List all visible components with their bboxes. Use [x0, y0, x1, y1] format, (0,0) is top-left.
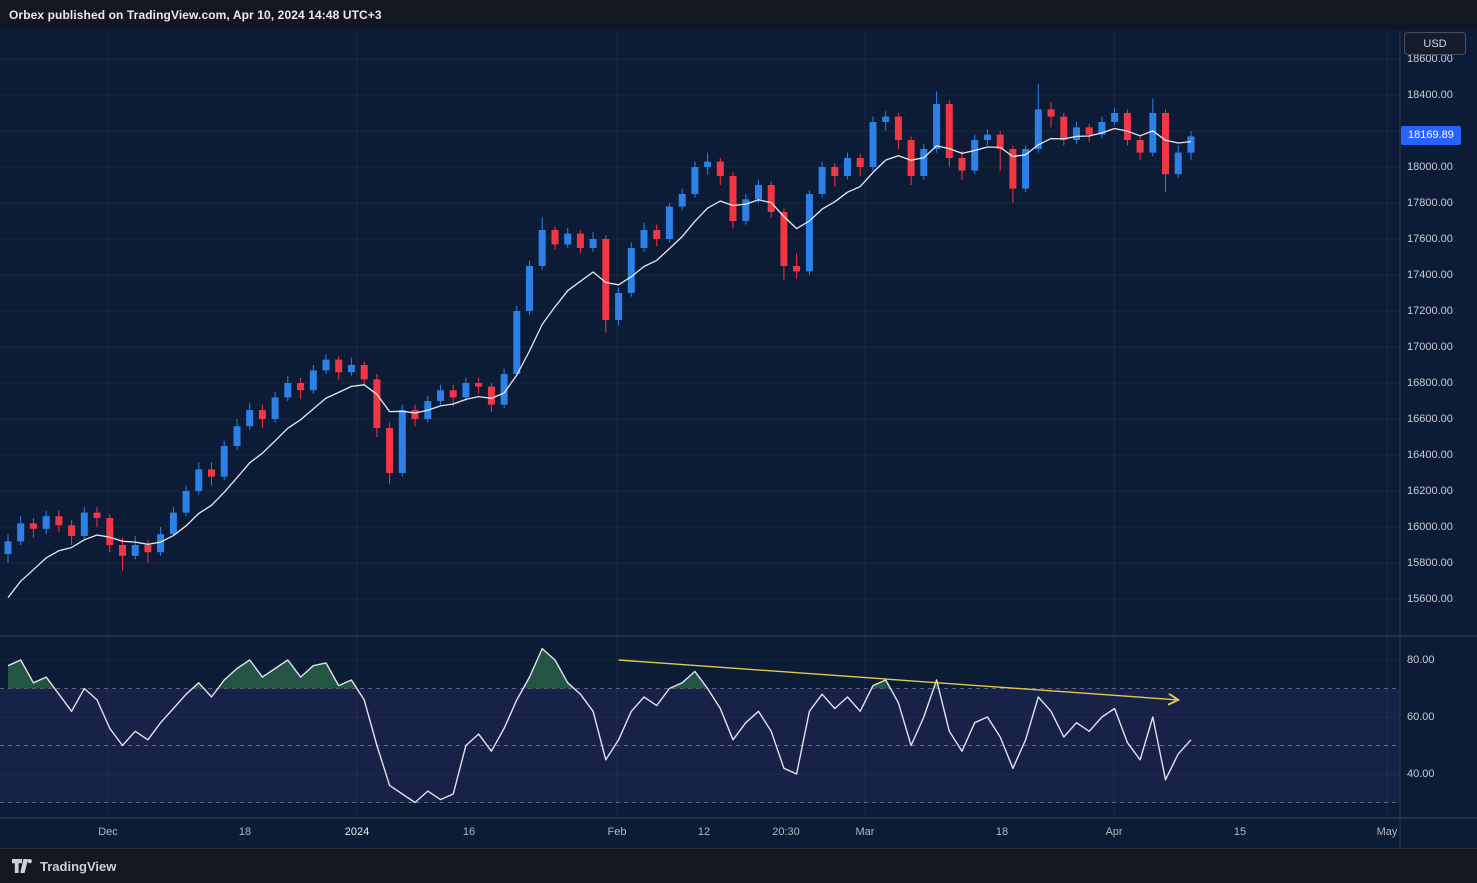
time-axis-label: 20:30: [772, 826, 800, 838]
price-axis-label: 18400.00: [1407, 88, 1453, 102]
tradingview-brand-link[interactable]: TradingView: [12, 858, 116, 874]
price-axis-label: 17800.00: [1407, 196, 1453, 210]
time-axis-label: 15: [1234, 826, 1246, 838]
price-axis-label: 17600.00: [1407, 232, 1453, 246]
price-axis-label: 16400.00: [1407, 448, 1453, 462]
price-axis-label: 17000.00: [1407, 340, 1453, 354]
attribution-bar: Orbex published on TradingView.com, Apr …: [0, 0, 1477, 30]
price-axis-label: 16600.00: [1407, 412, 1453, 426]
last-price-label: 18169.89: [1401, 126, 1461, 145]
price-axis-label: 17400.00: [1407, 268, 1453, 282]
rsi-axis-label: 40.00: [1407, 767, 1435, 781]
footer-bar: TradingView: [0, 848, 1477, 883]
price-axis-label: 16000.00: [1407, 520, 1453, 534]
attribution-text[interactable]: Orbex published on TradingView.com, Apr …: [9, 8, 382, 22]
time-axis-label: Dec: [98, 826, 118, 838]
rsi-axis-label: 80.00: [1407, 653, 1435, 667]
price-axis-label: 15800.00: [1407, 556, 1453, 570]
time-axis-label: 12: [698, 826, 710, 838]
candlestick-rsi-chart-canvas[interactable]: [0, 0, 1477, 883]
time-axis-label: 18: [996, 826, 1008, 838]
price-axis-label: 16800.00: [1407, 376, 1453, 390]
time-axis-label: 2024: [345, 826, 369, 838]
time-axis-label: May: [1377, 826, 1398, 838]
price-axis-label: 17200.00: [1407, 304, 1453, 318]
time-axis[interactable]: Dec 18 2024 16 Feb 12 20:30 Mar 18 Apr 15 May: [0, 818, 1400, 848]
time-axis-label: Mar: [856, 826, 875, 838]
time-axis-label: Feb: [608, 826, 627, 838]
price-axis-label: 15600.00: [1407, 592, 1453, 606]
tradingview-brand-text: TradingView: [40, 859, 116, 874]
currency-usd-button[interactable]: USD: [1404, 32, 1466, 55]
time-axis-label: 16: [463, 826, 475, 838]
price-axis-label: 16200.00: [1407, 484, 1453, 498]
tradingview-published-chart: Orbex published on TradingView.com, Apr …: [0, 0, 1477, 883]
tradingview-logo-icon: [12, 858, 33, 874]
price-axis[interactable]: USD 18600.0018400.0018200.0018000.001780…: [1400, 0, 1477, 848]
time-axis-label: 18: [239, 826, 251, 838]
price-axis-label: 18000.00: [1407, 160, 1453, 174]
time-axis-label: Apr: [1105, 826, 1122, 838]
rsi-axis-label: 60.00: [1407, 710, 1435, 724]
